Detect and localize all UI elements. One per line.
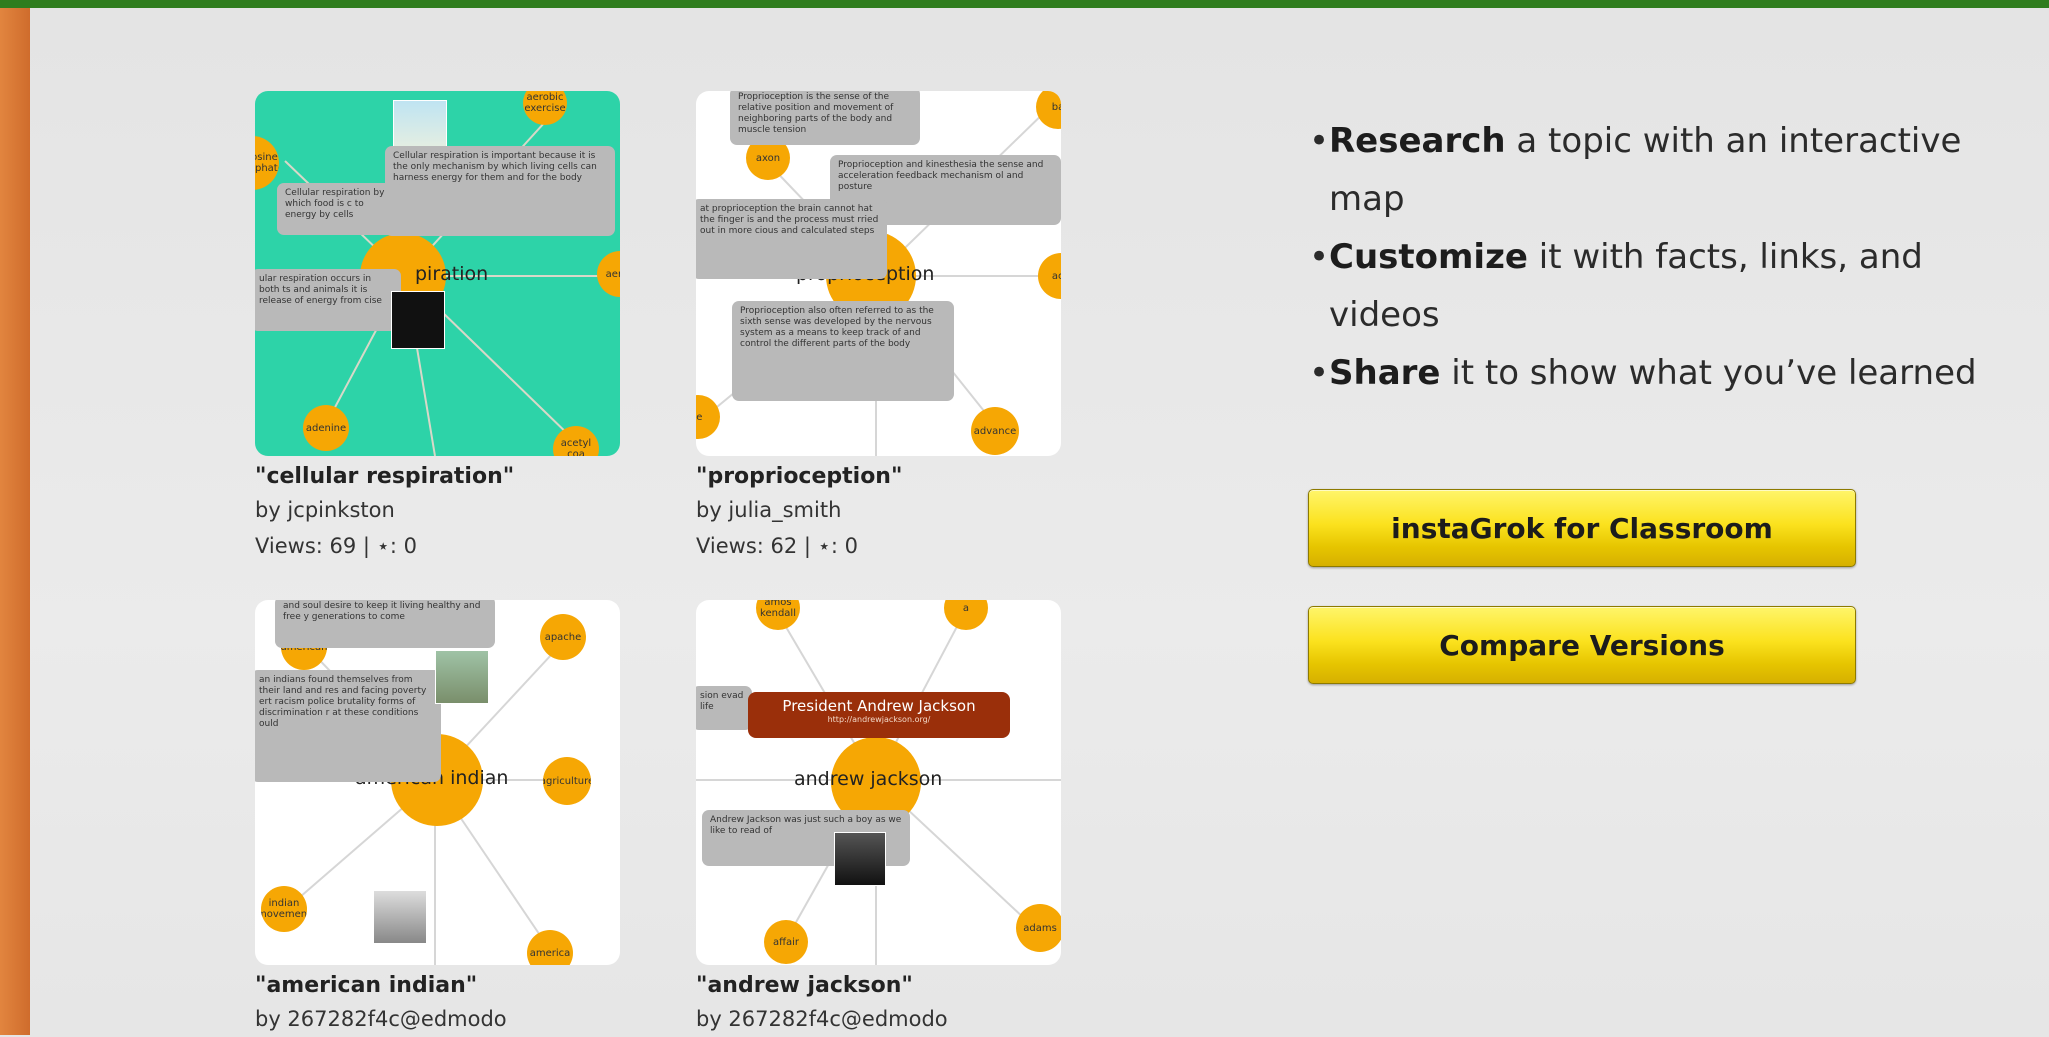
fact-note: Proprioception is the sense of the relat… — [730, 91, 920, 145]
fact-note: Cellular respiration by which food is c … — [277, 183, 402, 235]
thumbnail-image — [834, 832, 886, 886]
map-card-proprioception[interactable]: axon ba acti advance le proprioception P… — [696, 91, 1061, 564]
fact-note: and soul desire to keep it living health… — [275, 600, 495, 648]
map-author[interactable]: by 267282f4c@edmodo — [696, 1001, 1061, 1037]
map-stats: Views: 62 | ⋆: 0 — [696, 534, 858, 558]
map-author[interactable]: by julia_smith — [696, 492, 1061, 528]
map-author[interactable]: by jcpinkston — [255, 492, 620, 528]
map-node[interactable]: adenine — [303, 405, 349, 451]
bullet: • — [1309, 353, 1330, 393]
map-card-andrew-jackson[interactable]: amos kendall adams affair a andrew jacks… — [696, 600, 1061, 1037]
fact-note: Cellular respiration is important becaus… — [385, 146, 615, 236]
map-card-american-indian[interactable]: apache american agriculture indian movem… — [255, 600, 620, 1037]
map-stats: Views: 69 | ⋆: 0 — [255, 534, 417, 558]
link-title[interactable]: President Andrew Jackson — [748, 697, 1010, 715]
map-card-cellular-respiration[interactable]: aerobic exercise adenosine triphosphate … — [255, 91, 620, 564]
main-content: aerobic exercise adenosine triphosphate … — [30, 8, 2049, 1035]
feature-item-share: • Share it to show what you’ve learned — [1309, 344, 2029, 402]
bullet: • — [1309, 237, 1330, 277]
map-thumbnail[interactable]: amos kendall adams affair a andrew jacks… — [696, 600, 1061, 965]
thumbnail-image — [435, 650, 489, 704]
map-node[interactable]: apache — [540, 614, 586, 660]
map-title[interactable]: "american indian" — [255, 971, 620, 1001]
fact-note: an indians found themselves from their l… — [255, 670, 441, 782]
top-bar — [0, 0, 2049, 8]
instagrok-for-classroom-button[interactable]: instaGrok for Classroom — [1308, 489, 1856, 567]
map-title[interactable]: "andrew jackson" — [696, 971, 1061, 1001]
fact-note: ular respiration occurs in both ts and a… — [255, 269, 401, 331]
fact-note: sion evad life — [696, 686, 752, 730]
map-node[interactable]: indian movement — [261, 886, 307, 932]
map-node[interactable]: agriculture — [543, 757, 591, 805]
map-node[interactable]: adams — [1016, 904, 1061, 952]
fact-note: at proprioception the brain cannot hat t… — [696, 199, 887, 279]
compare-versions-button[interactable]: Compare Versions — [1308, 606, 1856, 684]
fact-note: Proprioception also often referred to as… — [732, 301, 954, 401]
map-title[interactable]: "cellular respiration" — [255, 462, 620, 492]
feature-list: • Research a topic with an interactive ma… — [1309, 112, 2029, 402]
thumbnail-image — [391, 291, 445, 349]
map-node[interactable]: advance — [971, 407, 1019, 455]
map-title[interactable]: "proprioception" — [696, 462, 1061, 492]
bullet: • — [1309, 121, 1330, 161]
central-topic-label: piration — [415, 263, 489, 285]
thumbnail-image — [373, 890, 427, 944]
left-edge-bar — [0, 8, 30, 1035]
map-thumbnail[interactable]: axon ba acti advance le proprioception P… — [696, 91, 1061, 456]
link-card[interactable]: President Andrew Jackson http://andrewja… — [748, 692, 1010, 738]
map-author[interactable]: by 267282f4c@edmodo — [255, 1001, 620, 1037]
map-thumbnail[interactable]: aerobic exercise adenosine triphosphate … — [255, 91, 620, 456]
central-topic-label: andrew jackson — [794, 768, 943, 790]
link-url[interactable]: http://andrewjackson.org/ — [748, 715, 1010, 725]
feature-item-research: • Research a topic with an interactive ma… — [1309, 112, 2029, 228]
map-thumbnail[interactable]: apache american agriculture indian movem… — [255, 600, 620, 965]
feature-item-customize: • Customize it with facts, links, and vid… — [1309, 228, 2029, 344]
map-node[interactable]: affair — [764, 920, 808, 964]
